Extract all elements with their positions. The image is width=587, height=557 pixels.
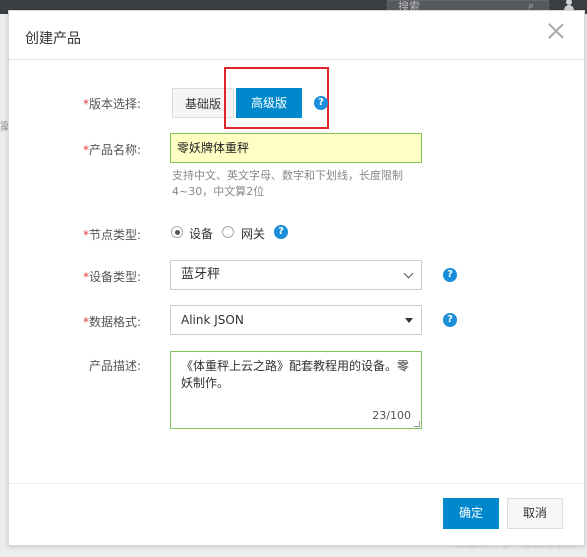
product-name-hint: 支持中文、英文字母、数字和下划线，长度限制4~30，中文算2位 [172,169,403,198]
create-product-dialog: 创建产品 *版本选择: 基础版 高级版 ? *产品名称: 零妖牌体重秤 支持中文… [8,10,585,546]
node-type-gateway-label[interactable]: 网关 [241,225,265,242]
version-label: *版本选择: [82,97,141,111]
node-type-gateway-radio[interactable] [222,226,234,238]
data-format-value: Alink JSON [181,313,244,327]
product-name-label: *产品名称: [82,143,141,157]
footer-divider [9,483,584,484]
chevron-down-icon [403,268,414,279]
data-format-label: *数据格式: [82,315,141,329]
node-type-device-label[interactable]: 设备 [189,225,213,242]
help-icon[interactable]: ? [274,225,288,239]
description-textarea[interactable]: 《体重秤上云之路》配套教程用的设备。零妖制作。 23/100 [170,351,422,429]
help-icon[interactable]: ? [443,313,457,327]
char-counter: 23/100 [372,409,411,422]
close-icon[interactable] [546,21,566,41]
product-name-input[interactable]: 零妖牌体重秤 [170,133,422,163]
highlight-annotation [224,67,329,129]
caret-down-icon [405,318,413,323]
description-text: 《体重秤上云之路》配套教程用的设备。零妖制作。 [181,359,410,390]
device-type-select[interactable]: 蓝牙秤 [170,260,422,290]
device-type-label: *设备类型: [82,270,141,284]
dialog-title: 创建产品 [25,31,81,47]
help-icon[interactable]: ? [314,96,328,110]
dialog-header-divider [9,59,584,60]
cancel-button[interactable]: 取消 [507,498,563,529]
device-type-value: 蓝牙秤 [181,267,221,282]
node-type-device-radio[interactable] [171,226,183,238]
help-icon[interactable]: ? [443,268,457,282]
confirm-button[interactable]: 确定 [443,498,499,529]
node-type-label: *节点类型: [82,228,141,242]
resize-handle[interactable] [414,421,420,427]
description-label: 产品描述: [88,359,141,373]
data-format-select[interactable]: Alink JSON [170,305,422,335]
